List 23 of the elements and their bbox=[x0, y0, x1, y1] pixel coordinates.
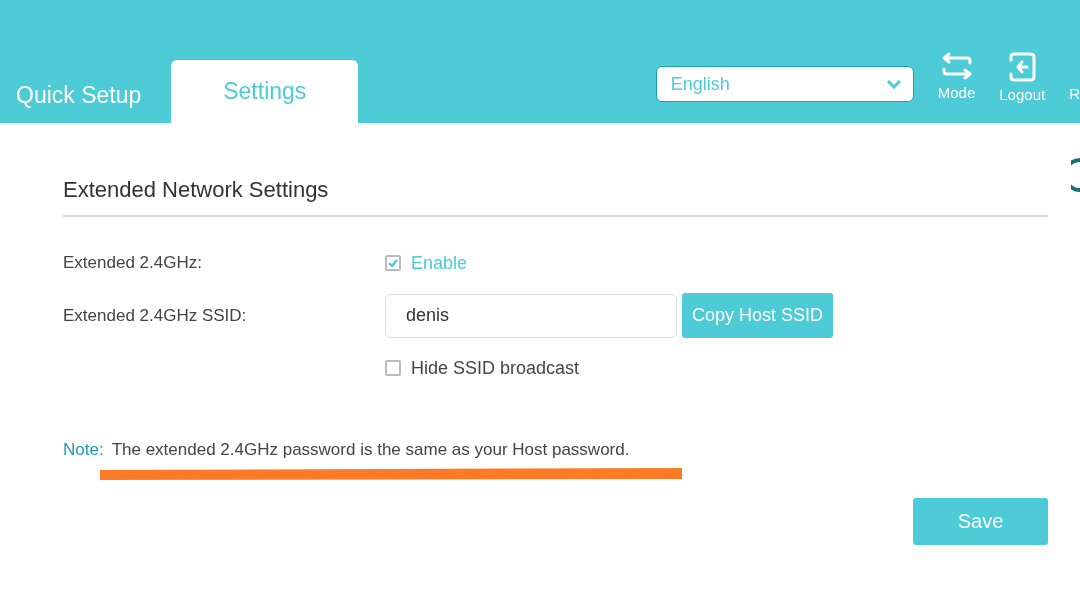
section-title: Extended Network Settings bbox=[63, 177, 1048, 217]
toolbar-label[interactable]: R bbox=[1069, 85, 1080, 102]
checkbox[interactable] bbox=[385, 360, 401, 376]
logout-icon bbox=[1008, 52, 1037, 82]
note-text: The extended 2.4GHz password is the same as your Host password. bbox=[111, 440, 630, 460]
tab[interactable]: Settings bbox=[171, 60, 359, 123]
field-label: Extended 2.4GHz: bbox=[63, 253, 203, 273]
checkbox-label[interactable]: Hide SSID broadcast bbox=[411, 357, 580, 379]
checkbox[interactable] bbox=[385, 255, 401, 271]
copy-host-ssid-button[interactable]: Copy Host SSID bbox=[682, 293, 834, 338]
chevron-down-icon bbox=[886, 79, 901, 89]
mode-toolbar-button[interactable]: Mode bbox=[937, 52, 976, 101]
check-icon bbox=[388, 259, 398, 267]
checkbox-label[interactable]: Enable bbox=[411, 252, 468, 274]
note-label: Note: bbox=[63, 440, 104, 460]
swap-icon bbox=[940, 52, 973, 80]
tab[interactable]: Quick Setup bbox=[16, 67, 142, 123]
help-icon bbox=[1071, 158, 1080, 192]
save-button[interactable]: Save bbox=[913, 498, 1048, 545]
field-label: Extended 2.4GHz SSID: bbox=[63, 305, 248, 326]
language-select[interactable]: English bbox=[655, 66, 914, 102]
ssid-input[interactable]: denis bbox=[385, 293, 677, 338]
logout-toolbar-button[interactable]: Logout bbox=[999, 52, 1046, 103]
